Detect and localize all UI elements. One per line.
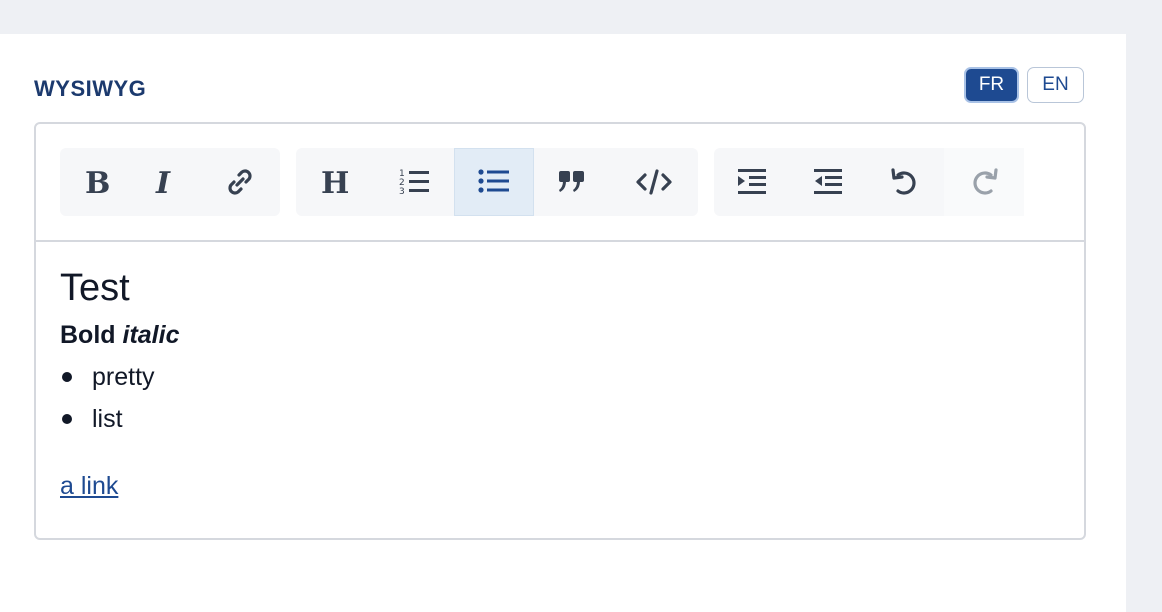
heading-icon: H — [321, 167, 349, 197]
bold-icon: B — [85, 167, 109, 197]
undo-button[interactable] — [866, 148, 944, 216]
undo-icon — [891, 168, 916, 195]
link-icon — [228, 169, 252, 195]
form-panel: WYSIWYG FR EN B I H 1 2 3 Test Bold ital… — [0, 34, 1126, 612]
bullet-list-icon — [478, 169, 509, 193]
list-item: list — [60, 398, 1060, 440]
content-paragraph: Bold italic — [60, 318, 1060, 352]
italic-text: italic — [122, 321, 180, 349]
link-button[interactable] — [200, 148, 280, 216]
field-label: WYSIWYG — [34, 76, 147, 101]
toolbar-group-history — [714, 148, 1024, 216]
lang-fr-button[interactable]: FR — [964, 67, 1019, 103]
redo-icon — [973, 168, 998, 195]
ordered-list-icon: 1 2 3 — [399, 169, 429, 197]
outdent-icon — [814, 169, 842, 194]
svg-text:I: I — [155, 167, 171, 197]
bullet-list-button[interactable] — [454, 148, 534, 216]
wysiwyg-editor: B I H 1 2 3 Test Bold italic pretty list… — [34, 122, 1086, 540]
content-link[interactable]: a link — [60, 472, 118, 501]
list-item-text: pretty — [92, 363, 155, 391]
bullet-dot — [62, 414, 72, 424]
language-switcher: FR EN — [964, 67, 1084, 103]
code-icon — [636, 169, 672, 195]
bold-button[interactable]: B — [60, 148, 132, 216]
bold-text: Bold — [60, 321, 116, 349]
svg-text:3: 3 — [399, 187, 405, 197]
quote-icon — [559, 171, 584, 192]
indent-icon — [738, 169, 766, 194]
editor-content[interactable]: Test Bold italic pretty list a link — [60, 264, 1060, 501]
content-heading: Test — [60, 267, 130, 309]
svg-text:H: H — [321, 167, 349, 197]
indent-button[interactable] — [714, 148, 790, 216]
code-button[interactable] — [610, 148, 698, 216]
outdent-button[interactable] — [790, 148, 866, 216]
list-item: pretty — [60, 356, 1060, 398]
toolbar-divider — [36, 240, 1084, 242]
svg-text:B: B — [85, 167, 109, 197]
toolbar-group-blocks: H 1 2 3 — [296, 148, 698, 216]
bullet-dot — [62, 372, 72, 382]
italic-button[interactable]: I — [132, 148, 200, 216]
heading-button[interactable]: H — [296, 148, 376, 216]
italic-icon: I — [155, 167, 171, 197]
blockquote-button[interactable] — [534, 148, 610, 216]
toolbar-group-format: B I — [60, 148, 280, 216]
list-item-text: list — [92, 405, 123, 433]
content-bullet-list: pretty list — [60, 356, 1060, 440]
redo-button[interactable] — [944, 148, 1024, 216]
ordered-list-button[interactable]: 1 2 3 — [376, 148, 454, 216]
lang-en-button[interactable]: EN — [1027, 67, 1084, 103]
